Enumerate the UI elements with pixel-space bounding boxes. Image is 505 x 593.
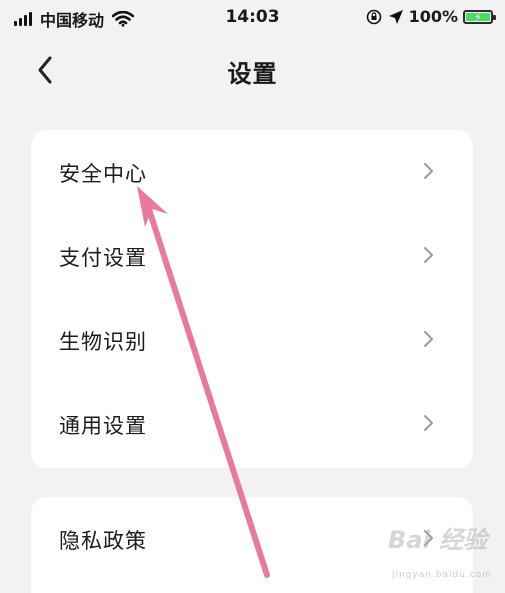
watermark-logo: Bai 经验 [388, 526, 488, 554]
settings-group-main: 安全中心 支付设置 生物识别 通用设置 [31, 130, 473, 468]
settings-item-payment[interactable]: 支付设置 [31, 214, 473, 298]
chevron-right-icon [424, 163, 433, 179]
settings-item-general[interactable]: 通用设置 [31, 382, 473, 466]
chevron-right-icon [424, 415, 433, 431]
settings-item-label: 隐私政策 [59, 529, 147, 553]
settings-item-label: 通用设置 [59, 414, 147, 438]
watermark-url: jingyan.baidu.com [392, 570, 493, 580]
settings-item-label: 安全中心 [59, 162, 147, 186]
chevron-right-icon [424, 247, 433, 263]
chevron-right-icon [424, 331, 433, 347]
settings-item-label: 生物识别 [59, 330, 147, 354]
battery-icon: ⚡ [463, 9, 496, 24]
battery-percent: 100% [408, 7, 458, 26]
status-right: 100% ⚡ [366, 7, 496, 26]
location-icon [388, 9, 403, 24]
settings-item-biometrics[interactable]: 生物识别 [31, 298, 473, 382]
page-title: 设置 [227, 60, 278, 88]
rotation-lock-icon [366, 9, 381, 24]
navigation-bar: 设置 [0, 44, 505, 94]
settings-item-security-center[interactable]: 安全中心 [31, 130, 473, 214]
status-bar: 中国移动 14:03 100% ⚡ [0, 0, 505, 36]
settings-item-label: 支付设置 [59, 246, 147, 270]
